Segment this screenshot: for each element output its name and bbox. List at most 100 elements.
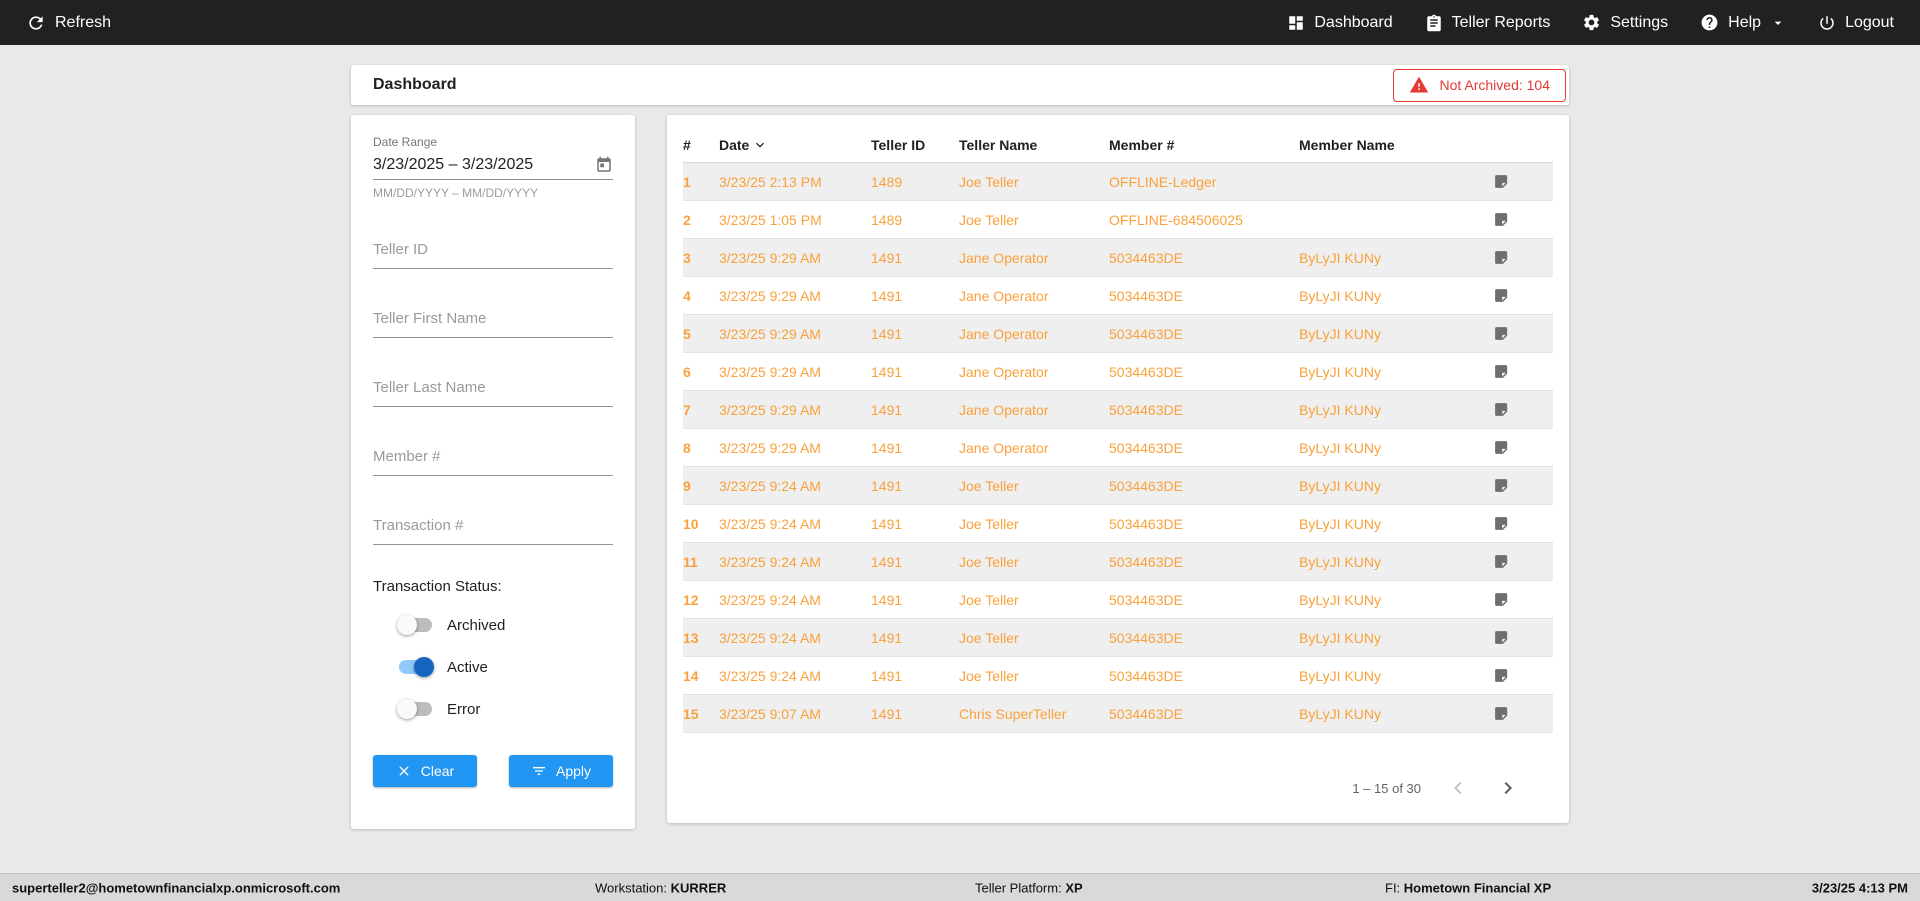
refresh-button[interactable]: Refresh (26, 13, 111, 33)
cell-member-num: 5034463DE (1109, 515, 1183, 532)
note-icon[interactable] (1493, 249, 1510, 266)
cell-teller-name: Joe Teller (959, 515, 1019, 532)
cell-member-num: 5034463DE (1109, 705, 1183, 722)
clear-button-label: Clear (420, 763, 455, 779)
transaction-number-input[interactable] (373, 509, 613, 545)
toggle-switch[interactable] (397, 657, 434, 677)
table-row[interactable]: 13 3/23/25 9:24 AM 1491 Joe Teller 50344… (683, 619, 1553, 657)
cell-teller-name: Joe Teller (959, 667, 1019, 684)
cell-member-num: 5034463DE (1109, 629, 1183, 646)
table-row[interactable]: 7 3/23/25 9:29 AM 1491 Jane Operator 503… (683, 391, 1553, 429)
note-icon[interactable] (1493, 439, 1510, 456)
cell-teller-name: Jane Operator (959, 439, 1049, 456)
cell-teller-name: Jane Operator (959, 287, 1049, 304)
cell-teller-name: Jane Operator (959, 401, 1049, 418)
toggle-switch[interactable] (397, 615, 434, 635)
note-icon[interactable] (1493, 211, 1510, 228)
teller-id-input[interactable] (373, 233, 613, 269)
col-header-teller-id: Teller ID (871, 136, 926, 153)
cell-num: 2 (683, 211, 691, 228)
cell-member-name: ByLyJI KUNy (1299, 439, 1381, 456)
cell-date: 3/23/25 9:24 AM (719, 553, 821, 570)
table-row[interactable]: 3 3/23/25 9:29 AM 1491 Jane Operator 503… (683, 239, 1553, 277)
status-bar: superteller2@hometownfinancialxp.onmicro… (0, 873, 1920, 901)
note-icon[interactable] (1493, 515, 1510, 532)
cell-num: 8 (683, 439, 691, 456)
table-row[interactable]: 2 3/23/25 1:05 PM 1489 Joe Teller OFFLIN… (683, 201, 1553, 239)
cell-member-num: 5034463DE (1109, 325, 1183, 342)
member-number-input[interactable] (373, 440, 613, 476)
cell-teller-name: Joe Teller (959, 173, 1019, 190)
cell-num: 6 (683, 363, 691, 380)
cell-date: 3/23/25 9:29 AM (719, 363, 821, 380)
report-icon (1425, 14, 1443, 32)
calendar-icon[interactable] (595, 156, 613, 174)
cell-teller-id: 1491 (871, 439, 903, 456)
col-header-date[interactable]: Date (719, 137, 871, 153)
toggle-switch[interactable] (397, 699, 434, 719)
teller-last-name-input[interactable] (373, 371, 613, 407)
next-page-button[interactable] (1495, 775, 1521, 801)
status-toggle-row: Archived (397, 615, 613, 635)
teller-first-name-input[interactable] (373, 302, 613, 338)
nav-dashboard[interactable]: Dashboard (1287, 14, 1393, 32)
table-row[interactable]: 4 3/23/25 9:29 AM 1491 Jane Operator 503… (683, 277, 1553, 315)
cell-teller-id: 1491 (871, 249, 903, 266)
table-row[interactable]: 5 3/23/25 9:29 AM 1491 Jane Operator 503… (683, 315, 1553, 353)
cell-num: 3 (683, 249, 691, 266)
table-row[interactable]: 14 3/23/25 9:24 AM 1491 Joe Teller 50344… (683, 657, 1553, 695)
cell-date: 3/23/25 9:29 AM (719, 439, 821, 456)
table-row[interactable]: 10 3/23/25 9:24 AM 1491 Joe Teller 50344… (683, 505, 1553, 543)
table-row[interactable]: 11 3/23/25 9:24 AM 1491 Joe Teller 50344… (683, 543, 1553, 581)
col-header-num: # (683, 136, 691, 153)
table-body: 1 3/23/25 2:13 PM 1489 Joe Teller OFFLIN… (683, 163, 1553, 733)
table-row[interactable]: 8 3/23/25 9:29 AM 1491 Jane Operator 503… (683, 429, 1553, 467)
table-row[interactable]: 6 3/23/25 9:29 AM 1491 Jane Operator 503… (683, 353, 1553, 391)
cell-member-name: ByLyJI KUNy (1299, 553, 1381, 570)
nav-logout[interactable]: Logout (1818, 14, 1894, 32)
cell-member-num: 5034463DE (1109, 477, 1183, 494)
cell-member-num: 5034463DE (1109, 287, 1183, 304)
note-icon[interactable] (1493, 629, 1510, 646)
cell-teller-id: 1489 (871, 173, 903, 190)
note-icon[interactable] (1493, 173, 1510, 190)
note-icon[interactable] (1493, 287, 1510, 304)
nav-help[interactable]: Help (1700, 13, 1786, 32)
gear-icon (1582, 13, 1601, 32)
note-icon[interactable] (1493, 553, 1510, 570)
cell-teller-id: 1491 (871, 705, 903, 722)
table-row[interactable]: 1 3/23/25 2:13 PM 1489 Joe Teller OFFLIN… (683, 163, 1553, 201)
date-range-value: 3/23/2025 – 3/23/2025 (373, 156, 534, 173)
dashboard-icon (1287, 14, 1305, 32)
date-range-hint: MM/DD/YYYY – MM/DD/YYYY (373, 186, 539, 200)
not-archived-badge[interactable]: Not Archived: 104 (1393, 68, 1566, 102)
cell-teller-id: 1491 (871, 325, 903, 342)
cell-member-num: 5034463DE (1109, 401, 1183, 418)
cell-member-num: 5034463DE (1109, 249, 1183, 266)
table-row[interactable]: 15 3/23/25 9:07 AM 1491 Chris SuperTelle… (683, 695, 1553, 733)
cell-member-name: ByLyJI KUNy (1299, 363, 1381, 380)
date-range-input[interactable]: 3/23/2025 – 3/23/2025 (373, 149, 613, 180)
note-icon[interactable] (1493, 401, 1510, 418)
note-icon[interactable] (1493, 363, 1510, 380)
note-icon[interactable] (1493, 667, 1510, 684)
cell-teller-id: 1491 (871, 667, 903, 684)
cell-teller-name: Joe Teller (959, 629, 1019, 646)
col-header-member-num: Member # (1109, 136, 1175, 153)
cell-member-num: OFFLINE-Ledger (1109, 173, 1217, 190)
note-icon[interactable] (1493, 325, 1510, 342)
warning-icon (1409, 75, 1429, 95)
note-icon[interactable] (1493, 591, 1510, 608)
clear-button[interactable]: Clear (373, 755, 477, 787)
content: Dashboard Not Archived: 104 Date Range 3… (351, 45, 1569, 829)
col-header-teller-name: Teller Name (959, 136, 1038, 153)
apply-button[interactable]: Apply (509, 755, 613, 787)
note-icon[interactable] (1493, 705, 1510, 722)
note-icon[interactable] (1493, 477, 1510, 494)
nav-teller-reports[interactable]: Teller Reports (1425, 14, 1550, 32)
filter-icon (531, 763, 547, 779)
nav-settings[interactable]: Settings (1582, 13, 1668, 32)
table-row[interactable]: 9 3/23/25 9:24 AM 1491 Joe Teller 503446… (683, 467, 1553, 505)
table-row[interactable]: 12 3/23/25 9:24 AM 1491 Joe Teller 50344… (683, 581, 1553, 619)
cell-num: 15 (683, 705, 699, 722)
